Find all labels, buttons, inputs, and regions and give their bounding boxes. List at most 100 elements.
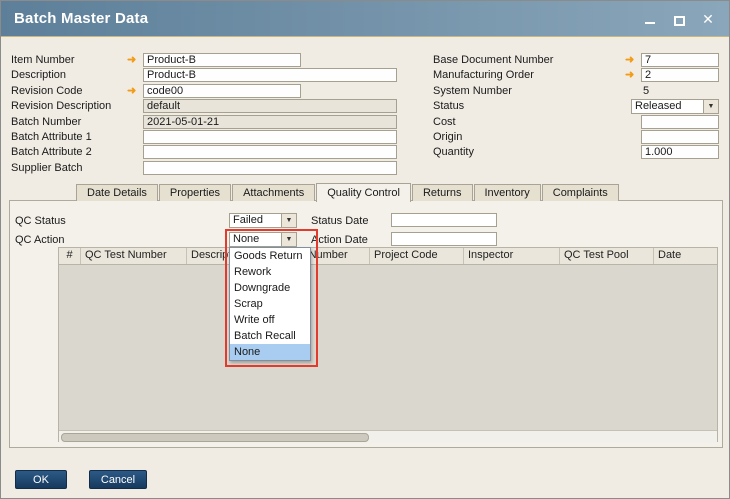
- manufacturing-order-field[interactable]: 2: [641, 68, 719, 82]
- base-document-number-field[interactable]: 7: [641, 53, 719, 67]
- form-row: Description Product-B: [11, 68, 401, 83]
- system-number-label: System Number: [433, 85, 512, 98]
- form-row: Cost: [433, 115, 719, 130]
- revision-code-label: Revision Code: [11, 85, 83, 98]
- form-row: Manufacturing Order ➜ 2: [433, 68, 719, 83]
- tab-quality-control[interactable]: Quality Control: [316, 183, 411, 202]
- tab-attachments[interactable]: Attachments: [232, 184, 315, 201]
- cancel-button[interactable]: Cancel: [89, 470, 147, 489]
- system-number-value: 5: [643, 85, 649, 98]
- quantity-field[interactable]: 1.000: [641, 145, 719, 159]
- ok-button[interactable]: OK: [15, 470, 67, 489]
- status-date-field[interactable]: [391, 213, 497, 227]
- supplier-batch-field[interactable]: [143, 161, 397, 175]
- quantity-label: Quantity: [433, 146, 474, 159]
- qc-status-value: Failed: [230, 214, 281, 227]
- qc-action-select[interactable]: None ▼: [229, 232, 297, 247]
- form-row: Batch Attribute 1: [11, 130, 401, 145]
- base-document-number-label: Base Document Number: [433, 54, 553, 67]
- link-arrow-icon[interactable]: ➜: [127, 84, 136, 98]
- close-button[interactable]: ✕: [700, 11, 716, 27]
- form-row: Revision Code ➜ code00: [11, 84, 401, 99]
- qc-action-dropdown-list: Goods Return Rework Downgrade Scrap Writ…: [229, 247, 311, 361]
- grid-column-header[interactable]: #: [59, 248, 81, 264]
- grid-column-header[interactable]: Inspector: [464, 248, 560, 264]
- manufacturing-order-label: Manufacturing Order: [433, 69, 534, 82]
- link-arrow-icon[interactable]: ➜: [625, 53, 634, 67]
- link-arrow-icon[interactable]: ➜: [127, 53, 136, 67]
- form-row: Supplier Batch: [11, 161, 401, 176]
- revision-code-field[interactable]: code00: [143, 84, 301, 98]
- form-row: Origin: [433, 130, 719, 145]
- status-selected-value: Released: [632, 100, 703, 113]
- maximize-button[interactable]: [671, 11, 687, 27]
- grid-column-header[interactable]: Date: [654, 248, 717, 264]
- origin-field[interactable]: [641, 130, 719, 144]
- grid-column-header[interactable]: QC Test Number: [81, 248, 187, 264]
- qc-test-grid: # QC Test Number Description Complaint N…: [58, 247, 718, 442]
- batch-master-data-window: Batch Master Data ✕ Item Number ➜ Produc…: [0, 0, 730, 499]
- batch-number-field: 2021-05-01-21: [143, 115, 397, 129]
- window-controls: ✕: [642, 11, 716, 27]
- action-date-field[interactable]: [391, 232, 497, 246]
- grid-column-header[interactable]: QC Test Pool: [560, 248, 654, 264]
- minimize-icon: [645, 22, 655, 24]
- link-arrow-icon[interactable]: ➜: [625, 68, 634, 82]
- item-number-field[interactable]: Product-B: [143, 53, 301, 67]
- batch-attribute-1-label: Batch Attribute 1: [11, 131, 92, 144]
- origin-label: Origin: [433, 131, 462, 144]
- dropdown-option[interactable]: Downgrade: [230, 280, 310, 296]
- dropdown-option-selected[interactable]: None: [230, 344, 310, 360]
- cost-field[interactable]: [641, 115, 719, 129]
- qc-status-select[interactable]: Failed ▼: [229, 213, 297, 228]
- grid-empty-area: [59, 265, 717, 430]
- tab-bar: Date Details Properties Attachments Qual…: [9, 183, 721, 201]
- title-bar[interactable]: Batch Master Data ✕: [1, 1, 729, 37]
- action-date-label: Action Date: [311, 233, 368, 247]
- batch-attribute-1-field[interactable]: [143, 130, 397, 144]
- dropdown-option[interactable]: Rework: [230, 264, 310, 280]
- description-label: Description: [11, 69, 66, 82]
- tab-returns[interactable]: Returns: [412, 184, 473, 201]
- batch-attribute-2-field[interactable]: [143, 145, 397, 159]
- maximize-icon: [674, 16, 685, 26]
- dropdown-option[interactable]: Write off: [230, 312, 310, 328]
- tab-inventory[interactable]: Inventory: [474, 184, 541, 201]
- revision-description-label: Revision Description: [11, 100, 111, 113]
- form-row: Revision Description default: [11, 99, 401, 114]
- form-right-column: Base Document Number ➜ 7 Manufacturing O…: [433, 53, 719, 161]
- qc-status-label: QC Status: [15, 214, 66, 228]
- batch-attribute-2-label: Batch Attribute 2: [11, 146, 92, 159]
- dropdown-arrow-icon[interactable]: ▼: [281, 233, 296, 246]
- form-row: Batch Number 2021-05-01-21: [11, 115, 401, 130]
- description-field[interactable]: Product-B: [143, 68, 397, 82]
- grid-header-row: # QC Test Number Description Complaint N…: [59, 248, 717, 265]
- close-icon: ✕: [702, 11, 714, 27]
- qc-action-label: QC Action: [15, 233, 65, 247]
- horizontal-scrollbar-thumb[interactable]: [61, 433, 369, 442]
- status-label: Status: [433, 100, 464, 113]
- qc-action-value: None: [230, 233, 281, 246]
- tab-date-details[interactable]: Date Details: [76, 184, 158, 201]
- grid-column-header[interactable]: Project Code: [370, 248, 464, 264]
- dropdown-option[interactable]: Scrap: [230, 296, 310, 312]
- dropdown-arrow-icon[interactable]: ▼: [281, 214, 296, 227]
- revision-description-field: default: [143, 99, 397, 113]
- supplier-batch-label: Supplier Batch: [11, 162, 83, 175]
- form-row: Status Released ▼: [433, 99, 719, 114]
- status-date-label: Status Date: [311, 214, 368, 228]
- form-row: Item Number ➜ Product-B: [11, 53, 401, 68]
- item-number-label: Item Number: [11, 54, 75, 67]
- batch-number-label: Batch Number: [11, 116, 81, 129]
- dropdown-option[interactable]: Goods Return: [230, 248, 310, 264]
- minimize-button[interactable]: [642, 11, 658, 27]
- dropdown-arrow-icon[interactable]: ▼: [703, 100, 718, 113]
- form-row: Quantity 1.000: [433, 145, 719, 160]
- status-select[interactable]: Released ▼: [631, 99, 719, 114]
- tab-complaints[interactable]: Complaints: [542, 184, 619, 201]
- form-row: Batch Attribute 2: [11, 145, 401, 160]
- dropdown-option[interactable]: Batch Recall: [230, 328, 310, 344]
- horizontal-scrollbar[interactable]: [59, 430, 717, 443]
- form-row: Base Document Number ➜ 7: [433, 53, 719, 68]
- tab-properties[interactable]: Properties: [159, 184, 231, 201]
